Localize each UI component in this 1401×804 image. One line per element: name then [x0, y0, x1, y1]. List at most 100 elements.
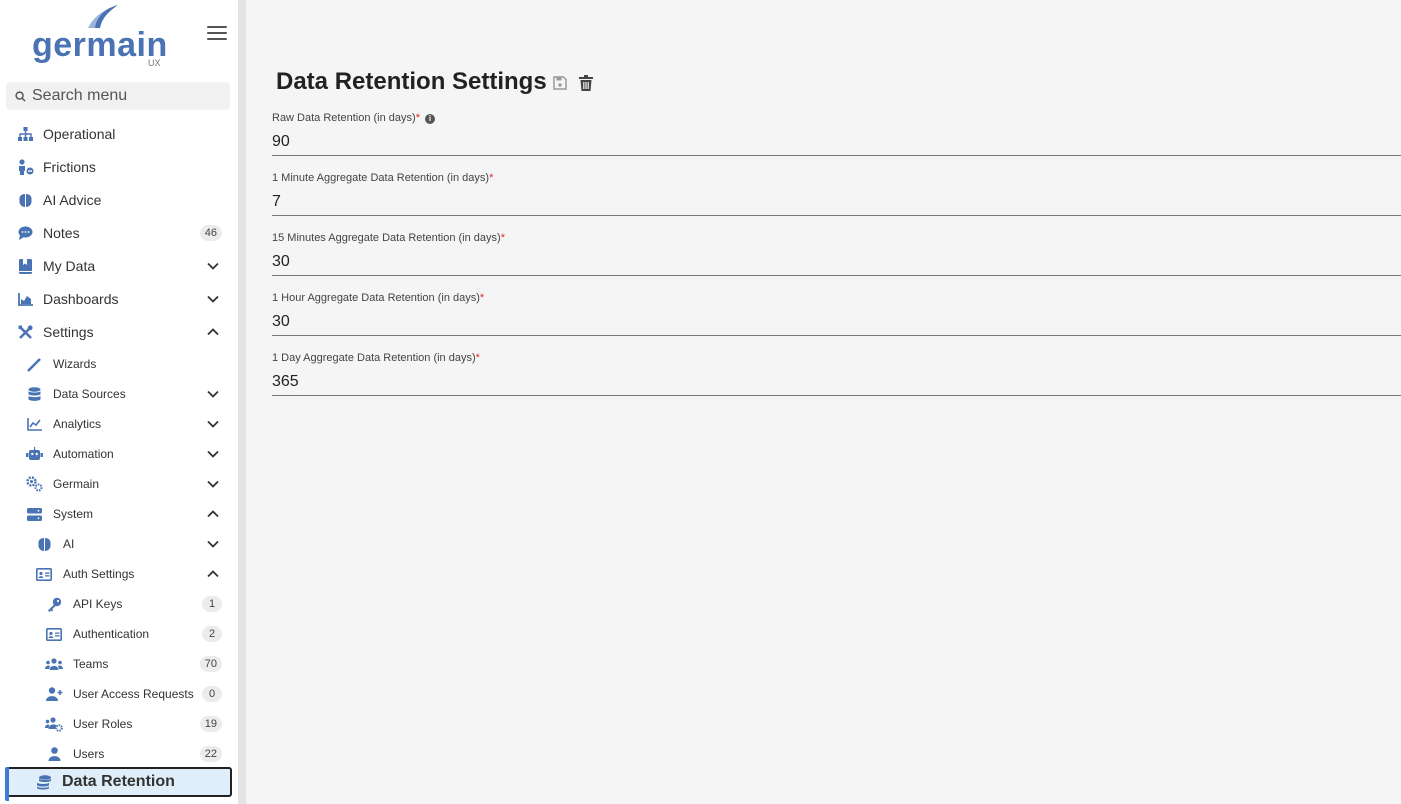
chart-area-icon — [16, 290, 34, 308]
notes-count-badge: 46 — [199, 225, 222, 241]
users-icon — [45, 655, 63, 673]
field-label-text: 1 Minute Aggregate Data Retention (in da… — [272, 172, 490, 184]
brain-icon — [35, 535, 53, 553]
raw-retention-field: Raw Data Retention (in days)* i — [272, 112, 1401, 172]
nav-wizards[interactable]: Wizards — [0, 349, 238, 379]
nav-label: Notes — [43, 225, 80, 241]
nav-users[interactable]: Users 22 — [0, 739, 238, 769]
teams-count-badge: 70 — [199, 656, 222, 672]
required-mark: * — [415, 112, 420, 124]
nav-label: Users — [73, 747, 105, 761]
quarter-hour-retention-field: 15 Minutes Aggregate Data Retention (in … — [272, 232, 1401, 292]
save-button[interactable] — [552, 74, 568, 92]
cogs-icon — [25, 475, 43, 493]
info-icon[interactable]: i — [424, 114, 435, 124]
nav-label: API Keys — [73, 597, 123, 611]
menu-toggle-button[interactable] — [207, 26, 227, 42]
nav-label: Auth Settings — [63, 567, 135, 581]
nav-operational[interactable]: Operational — [0, 119, 238, 149]
save-icon — [553, 76, 567, 90]
nav-ai[interactable]: AI — [0, 529, 238, 559]
delete-button[interactable] — [578, 74, 594, 92]
nav-label: Germain — [53, 477, 100, 491]
required-mark: * — [475, 352, 480, 364]
chevron-down-icon — [207, 450, 219, 458]
hour-retention-field: 1 Hour Aggregate Data Retention (in days… — [272, 292, 1401, 352]
required-mark: * — [500, 232, 505, 244]
nav-auth-settings[interactable]: Auth Settings — [0, 559, 238, 589]
nav-notes[interactable]: Notes 46 — [0, 218, 238, 248]
minute-retention-input[interactable] — [272, 188, 1401, 216]
nav-data-retention[interactable]: Data Retention — [5, 767, 232, 801]
nav-analytics[interactable]: Analytics — [0, 409, 238, 439]
nav-label: Authentication — [73, 627, 150, 641]
nav-user-access-requests[interactable]: User Access Requests 0 — [0, 679, 238, 709]
search-input[interactable] — [32, 87, 222, 105]
brain-icon — [16, 191, 34, 209]
search-box — [6, 82, 230, 110]
nav-label: Dashboards — [43, 291, 119, 307]
chevron-up-icon — [207, 510, 219, 518]
nav-label: Data Retention — [62, 773, 175, 790]
wand-icon — [25, 355, 43, 373]
nav-dashboards[interactable]: Dashboards — [0, 284, 238, 314]
nav-label: Analytics — [53, 417, 102, 431]
nav-label: System — [53, 507, 94, 521]
nav-label: My Data — [43, 258, 96, 274]
nav-user-roles[interactable]: User Roles 19 — [0, 709, 238, 739]
server-icon — [25, 505, 43, 523]
hamburger-icon — [207, 26, 227, 28]
chevron-down-icon — [207, 480, 219, 488]
brand-sub: UX — [148, 58, 161, 68]
nav-settings[interactable]: Settings — [0, 317, 238, 347]
raw-retention-input[interactable] — [272, 128, 1401, 156]
nav-label: Wizards — [53, 357, 97, 371]
database-icon — [25, 385, 43, 403]
hamburger-line — [207, 38, 227, 40]
nav-label: Teams — [73, 657, 109, 671]
nav-system[interactable]: System — [0, 499, 238, 529]
quarter-hour-retention-input[interactable] — [272, 248, 1401, 276]
trash-icon — [579, 75, 593, 91]
nav-label: AI Advice — [43, 192, 102, 208]
user-minus-icon — [16, 158, 34, 176]
comment-icon — [16, 224, 34, 242]
field-label-text: 1 Hour Aggregate Data Retention (in days… — [272, 292, 480, 304]
user-roles-count-badge: 19 — [199, 716, 222, 732]
main-content: Data Retention Settings Raw Data Retenti… — [246, 0, 1401, 804]
nav-label: Data Sources — [53, 387, 126, 401]
field-label-text: Raw Data Retention (in days) — [272, 112, 416, 124]
field-label: 1 Hour Aggregate Data Retention (in days… — [272, 292, 484, 304]
sidebar-divider — [238, 0, 246, 804]
search-icon — [15, 90, 26, 102]
robot-icon — [25, 445, 43, 463]
id-card-icon — [45, 625, 63, 643]
hour-retention-input[interactable] — [272, 308, 1401, 336]
users-cog-icon — [45, 715, 63, 733]
nav-my-data[interactable]: My Data — [0, 251, 238, 281]
nav-data-sources[interactable]: Data Sources — [0, 379, 238, 409]
nav-teams[interactable]: Teams 70 — [0, 649, 238, 679]
nav-label: Automation — [53, 447, 114, 461]
field-label: 15 Minutes Aggregate Data Retention (in … — [272, 232, 505, 244]
germain-logo[interactable]: germain UX — [30, 4, 170, 70]
api-keys-count-badge: 1 — [202, 596, 222, 612]
nav-api-keys[interactable]: API Keys 1 — [0, 589, 238, 619]
nav-frictions[interactable]: Frictions — [0, 152, 238, 182]
tools-icon — [16, 323, 34, 341]
field-label: Raw Data Retention (in days)* i — [272, 112, 435, 124]
day-retention-input[interactable] — [272, 368, 1401, 396]
nav-authentication[interactable]: Authentication 2 — [0, 619, 238, 649]
field-label-text: 1 Day Aggregate Data Retention (in days) — [272, 352, 476, 364]
chevron-down-icon — [207, 262, 219, 270]
nav-label: User Access Requests — [73, 687, 194, 701]
nav-automation[interactable]: Automation — [0, 439, 238, 469]
title-actions — [552, 74, 594, 92]
nav-ai-advice[interactable]: AI Advice — [0, 185, 238, 215]
chevron-down-icon — [207, 390, 219, 398]
page-title: Data Retention Settings — [276, 68, 547, 95]
nav-label: User Roles — [73, 717, 133, 731]
chevron-down-icon — [207, 540, 219, 548]
nav-germain[interactable]: Germain — [0, 469, 238, 499]
field-label: 1 Minute Aggregate Data Retention (in da… — [272, 172, 493, 184]
